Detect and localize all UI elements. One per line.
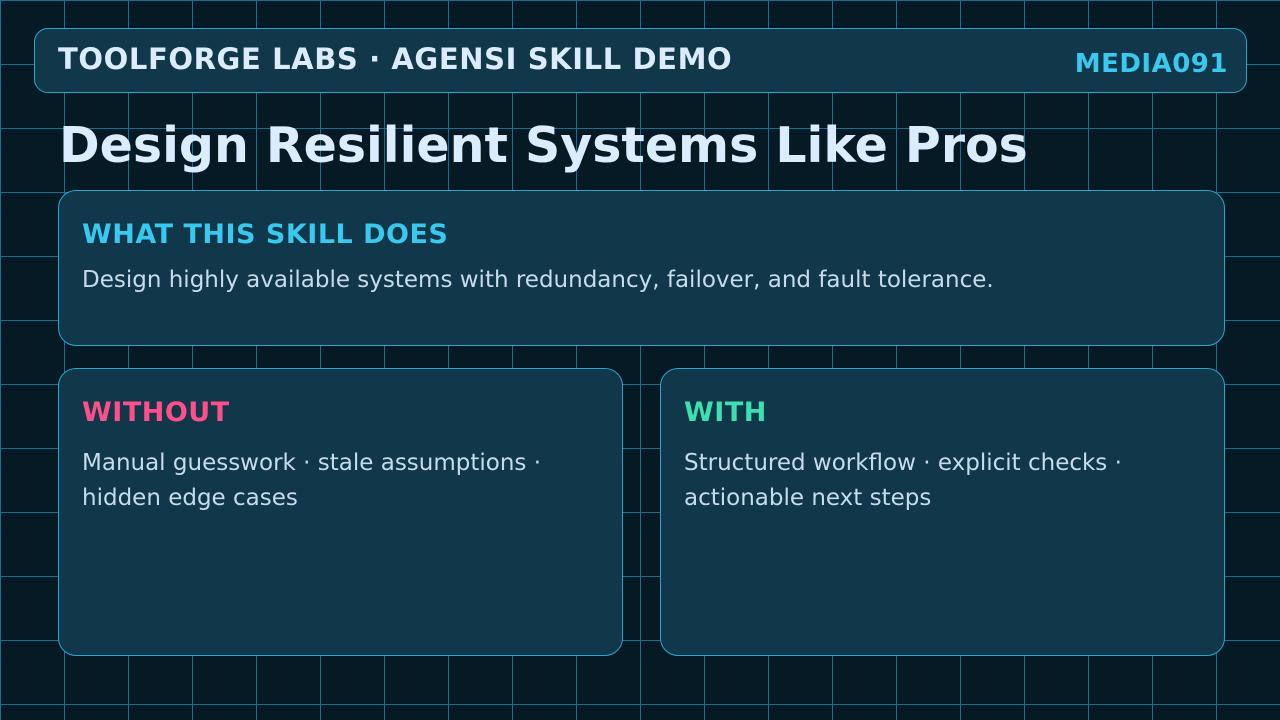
what-skill-does-description: Design highly available systems with red… bbox=[82, 267, 994, 293]
header-title: TOOLFORGE LABS · AGENSI SKILL DEMO bbox=[58, 42, 733, 76]
media-code: MEDIA091 bbox=[1074, 49, 1228, 79]
without-heading: WITHOUT bbox=[82, 397, 230, 428]
page-title: Design Resilient Systems Like Pros bbox=[59, 117, 1028, 174]
with-card: WITH Structured workflow · explicit chec… bbox=[660, 368, 1225, 656]
without-card: WITHOUT Manual guesswork · stale assumpt… bbox=[58, 368, 623, 656]
what-skill-does-card: WHAT THIS SKILL DOES Design highly avail… bbox=[58, 190, 1225, 346]
header-bar: TOOLFORGE LABS · AGENSI SKILL DEMO MEDIA… bbox=[34, 28, 1247, 93]
what-skill-does-heading: WHAT THIS SKILL DOES bbox=[82, 219, 449, 250]
with-description: Structured workflow · explicit checks · … bbox=[684, 450, 1122, 511]
with-heading: WITH bbox=[684, 397, 767, 428]
without-description: Manual guesswork · stale assumptions · h… bbox=[82, 450, 542, 511]
